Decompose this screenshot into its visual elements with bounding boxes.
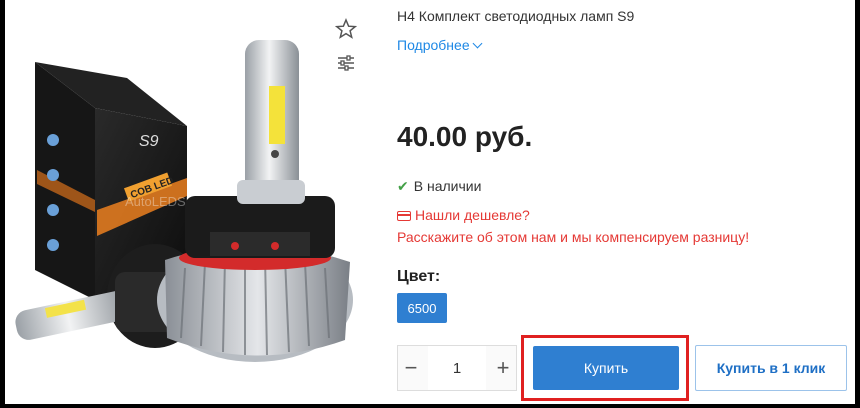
- color-option-6500[interactable]: 6500: [397, 293, 447, 323]
- quantity-stepper: − 1 +: [397, 345, 517, 391]
- quantity-decrease-button[interactable]: −: [398, 346, 424, 390]
- image-action-icons: [335, 18, 365, 86]
- color-label: Цвет:: [397, 268, 441, 285]
- product-card: S9 COB LED AutoLEDShop.by H4 Комплект св…: [5, 0, 855, 404]
- availability-label: В наличии: [413, 178, 482, 194]
- product-image[interactable]: S9 COB LED AutoLEDShop.by: [5, 0, 365, 404]
- product-photo: S9 COB LED AutoLEDShop.by: [15, 40, 353, 362]
- credit-card-icon: [397, 211, 411, 221]
- quantity-increase-button[interactable]: +: [490, 346, 516, 390]
- buy-button[interactable]: Купить: [533, 346, 679, 390]
- check-icon: ✔: [397, 178, 409, 194]
- found-cheaper-label: Нашли дешевле?: [415, 207, 530, 223]
- chevron-down-icon: [472, 38, 483, 49]
- more-label: Подробнее: [397, 37, 470, 53]
- compensate-text: Расскажите об этом нам и мы компенсируем…: [397, 229, 750, 245]
- more-link[interactable]: Подробнее: [397, 37, 483, 53]
- product-title: H4 Комплект светодиодных ламп S9: [397, 8, 635, 24]
- product-price: 40.00 руб.: [397, 121, 533, 152]
- box-title: S9: [139, 133, 159, 150]
- star-outline-icon[interactable]: [335, 18, 357, 40]
- sliders-icon[interactable]: [335, 52, 357, 74]
- quantity-input[interactable]: 1: [428, 346, 486, 390]
- buy-one-click-button[interactable]: Купить в 1 клик: [695, 345, 847, 391]
- availability-status: ✔ В наличии: [397, 178, 481, 195]
- found-cheaper-link[interactable]: Нашли дешевле?: [397, 207, 530, 223]
